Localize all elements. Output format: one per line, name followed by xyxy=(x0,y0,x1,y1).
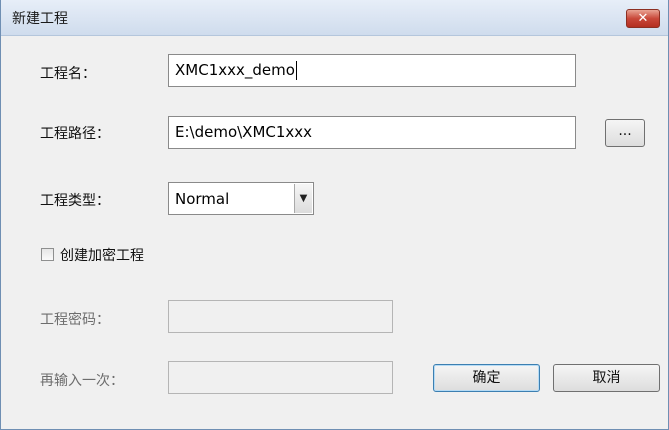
password-input[interactable] xyxy=(168,300,393,333)
project-name-label: 工程名： xyxy=(40,66,96,82)
browse-path-button[interactable]: ... xyxy=(605,119,645,147)
encrypt-checkbox[interactable] xyxy=(41,248,54,261)
password-label: 工程密码： xyxy=(40,312,110,328)
project-name-input[interactable]: XMC1xxx_demo xyxy=(168,54,576,87)
dialog-title: 新建工程 xyxy=(12,11,68,27)
project-type-label: 工程类型： xyxy=(40,193,110,209)
text-caret xyxy=(295,61,297,80)
encrypt-checkbox-label[interactable]: 创建加密工程 xyxy=(60,245,144,265)
project-path-value: E:\demo\XMC1xxx xyxy=(175,123,313,141)
password-confirm-input[interactable] xyxy=(168,361,393,394)
close-button[interactable]: ✕ xyxy=(626,9,660,28)
project-path-label: 工程路径： xyxy=(40,126,110,142)
cancel-button[interactable]: 取消 xyxy=(553,364,660,392)
chevron-down-icon[interactable]: ▼ xyxy=(294,184,312,213)
password-confirm-label: 再输入一次： xyxy=(40,373,124,389)
project-path-input[interactable]: E:\demo\XMC1xxx xyxy=(168,116,576,149)
project-type-value: Normal xyxy=(175,190,230,208)
ok-button[interactable]: 确定 xyxy=(433,364,540,392)
project-name-value: XMC1xxx_demo xyxy=(175,61,295,79)
project-type-select[interactable]: Normal ▼ xyxy=(168,182,314,215)
new-project-dialog: 新建工程 ✕ 工程名： XMC1xxx_demo 工程路径： E:\demo\X… xyxy=(0,0,669,430)
title-bar: 新建工程 ✕ xyxy=(1,0,668,36)
